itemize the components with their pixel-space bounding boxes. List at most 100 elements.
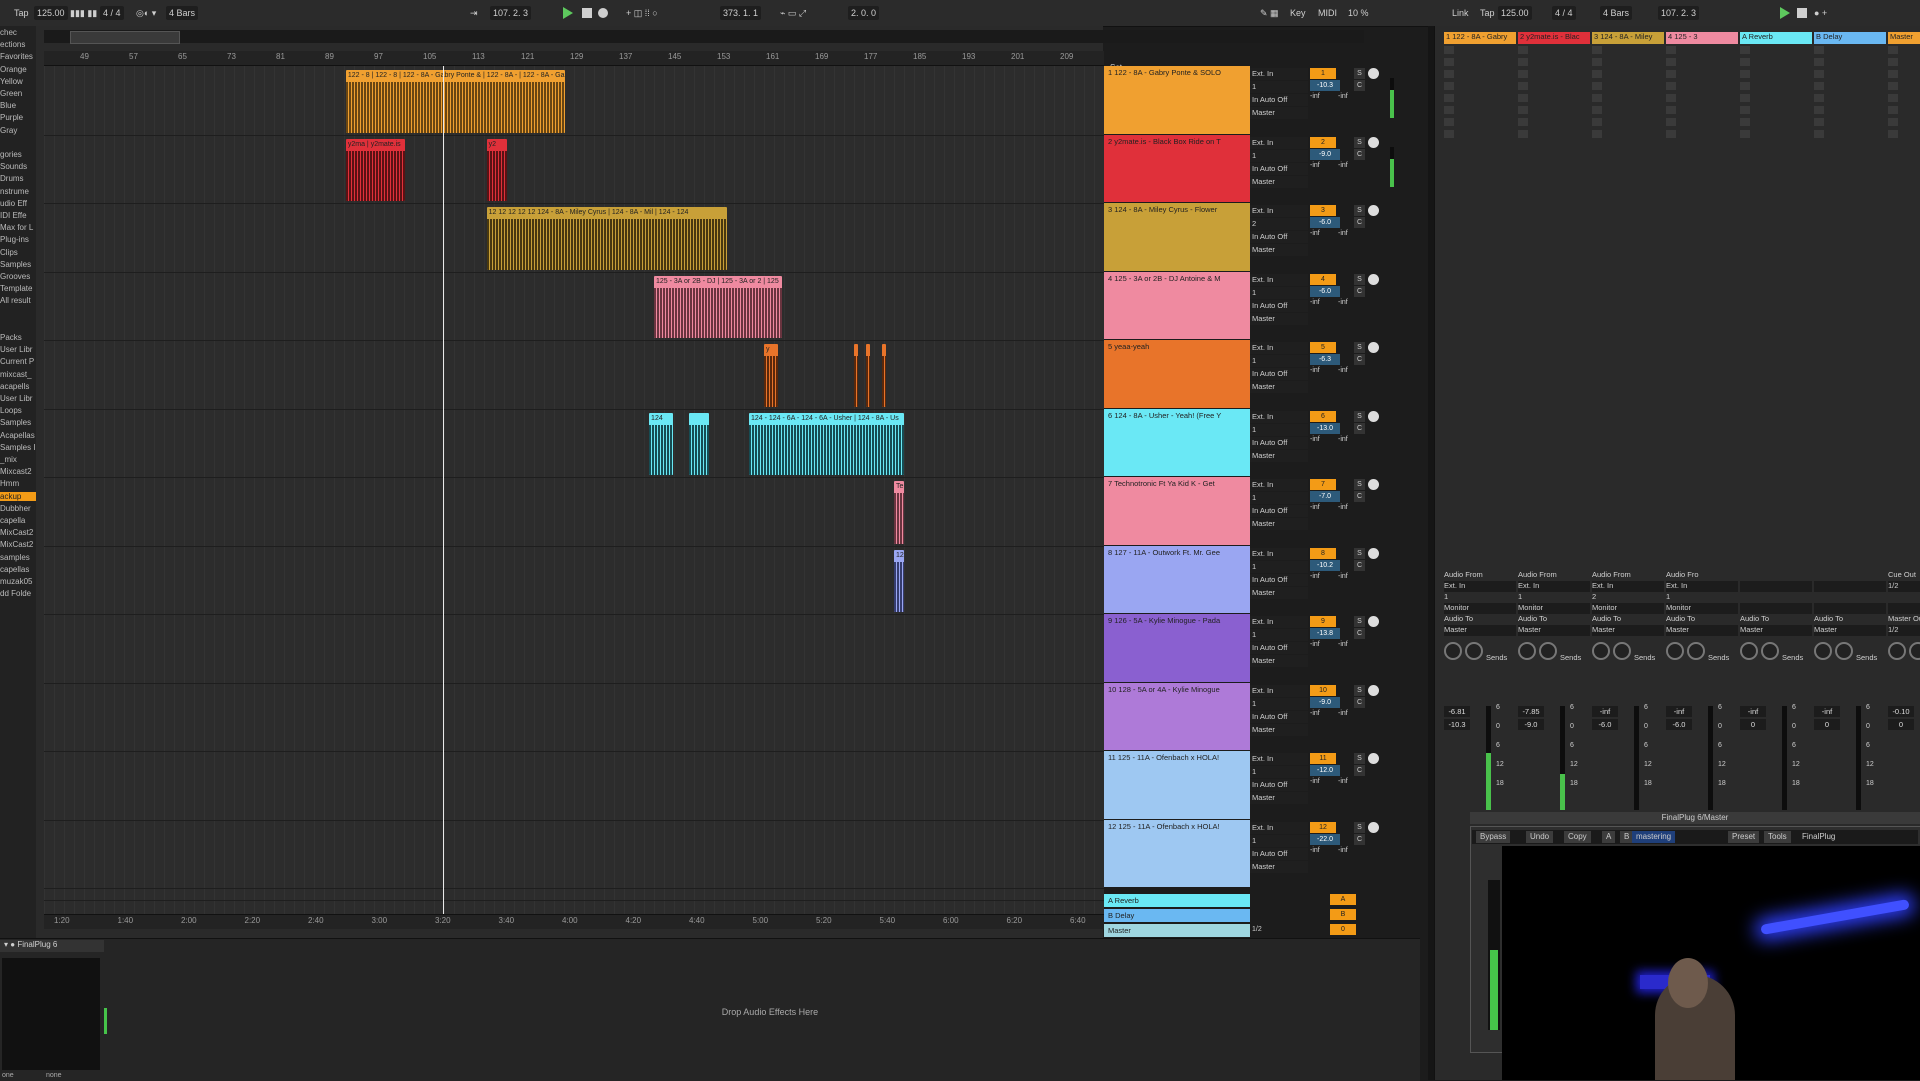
send-value[interactable]: -inf [1310, 299, 1320, 306]
browser-item[interactable]: Max for L [0, 223, 36, 232]
clip-slot[interactable] [1888, 118, 1898, 126]
arrangement-lane[interactable] [44, 340, 1104, 410]
device-power-icon[interactable]: ▾ ● [0, 940, 15, 949]
return-activator[interactable]: 0 [1330, 924, 1356, 935]
monitor-buttons[interactable]: In Auto Off [1250, 642, 1308, 654]
track-volume[interactable]: -13.0 [1310, 422, 1340, 434]
monitor-label[interactable] [1888, 603, 1920, 614]
send-value[interactable]: -inf [1310, 436, 1320, 443]
browser-item[interactable]: Acapellas [0, 431, 36, 440]
arrangement-lane[interactable] [44, 546, 1104, 615]
track-activator[interactable]: 5 [1310, 342, 1336, 353]
input-channel-select[interactable]: 1 [1250, 629, 1308, 641]
track-header[interactable]: 12 125 - 11A - Ofenbach x HOLA! [1104, 819, 1250, 888]
browser-item[interactable]: capella [0, 516, 36, 525]
monitor-buttons[interactable]: In Auto Off [1250, 573, 1308, 586]
loop-length[interactable]: 2. 0. 0 [848, 6, 880, 20]
clip-slot[interactable] [1666, 70, 1676, 78]
send-b-knob[interactable] [1539, 642, 1557, 660]
track-activator[interactable]: 6 [1310, 410, 1336, 422]
arrangement-lane[interactable] [44, 66, 1104, 136]
song-position[interactable]: 107. 2. 3 [490, 6, 532, 20]
track-header[interactable]: 6 124 - 8A - Usher - Yeah! (Free Y [1104, 408, 1250, 476]
arm-button[interactable] [1368, 410, 1379, 422]
clip-slot[interactable] [1444, 118, 1454, 126]
browser-item[interactable]: Green [0, 89, 36, 98]
monitor-label[interactable]: Monitor [1444, 603, 1516, 614]
clip-slot[interactable] [1592, 94, 1602, 102]
arrangement-lanes[interactable]: 122 - 8 | 122 - 8 | 122 - 8A - Gabry Pon… [44, 66, 1104, 914]
input-type-select[interactable]: Ext. In [1250, 616, 1308, 628]
input-channel-select[interactable]: 1 [1250, 766, 1308, 778]
session-track-title[interactable]: B Delay [1814, 32, 1886, 44]
return-activator[interactable]: B [1330, 909, 1356, 920]
track-header[interactable]: 2 y2mate.is - Black Box Ride on T [1104, 134, 1250, 202]
crossfade-c[interactable]: C [1354, 217, 1365, 228]
send-value[interactable]: -inf [1310, 641, 1320, 648]
output-select[interactable]: Master [1250, 312, 1308, 325]
audio-to-select[interactable]: Master [1518, 625, 1590, 636]
arm-button[interactable] [1368, 273, 1379, 285]
track-name[interactable]: 12 125 - 11A - Ofenbach x HOLA! [1104, 820, 1246, 888]
overview-window[interactable] [70, 31, 180, 44]
track-name[interactable]: 3 124 - 8A - Miley Cyrus - Flower [1104, 203, 1246, 271]
time-ruler[interactable]: 1:20 1:40 2:00 2:20 2:40 3:00 3:20 3:40 4:00 4:20… [44, 914, 1104, 929]
clip-slot[interactable] [1814, 58, 1824, 66]
clip-slot[interactable] [1888, 58, 1898, 66]
track-activator[interactable]: 10 [1310, 684, 1336, 696]
session-track-title[interactable]: 1 122 - 8A - Gabry [1444, 32, 1516, 44]
clip-slot[interactable] [1518, 106, 1528, 114]
clip-slot[interactable] [1518, 82, 1528, 90]
solo-button[interactable]: S [1354, 753, 1365, 764]
browser-item[interactable]: Hmm [0, 479, 36, 488]
input-channel-select[interactable]: 1 [1250, 560, 1308, 573]
track-header[interactable]: 8 127 - 11A - Outwork Ft. Mr. Gee [1104, 545, 1250, 613]
browser-item[interactable]: MixCast2 [0, 528, 36, 537]
browser-item[interactable]: Purple [0, 113, 36, 122]
output-select[interactable]: Master [1250, 723, 1308, 736]
arm-button[interactable] [1368, 68, 1379, 79]
loop-start[interactable]: 373. 1. 1 [720, 6, 762, 20]
monitor-label[interactable]: Monitor [1666, 603, 1738, 614]
track-name[interactable]: 4 125 - 3A or 2B - DJ Antoine & M [1104, 272, 1246, 340]
browser-item[interactable]: Drums [0, 174, 36, 183]
monitor-buttons[interactable]: In Auto Off [1250, 231, 1308, 243]
arrangement-lane[interactable] [44, 614, 1104, 684]
clip-slot[interactable] [1888, 46, 1898, 54]
send-b-knob[interactable] [1835, 642, 1853, 660]
clip-slot[interactable] [1518, 94, 1528, 102]
track-header[interactable]: 5 yeaa-yeah [1104, 340, 1250, 408]
input-channel-select[interactable]: 1 [1250, 81, 1308, 93]
input-channel-select[interactable]: 1 [1250, 697, 1308, 710]
send-b-knob[interactable] [1613, 642, 1631, 660]
browser-item[interactable]: MixCast2 [0, 540, 36, 549]
track-volume[interactable]: -12.0 [1310, 765, 1340, 776]
send-value[interactable]: -inf [1338, 162, 1348, 169]
solo-button[interactable]: S [1354, 68, 1365, 79]
clip-slot[interactable] [1740, 46, 1750, 54]
arm-button[interactable] [1368, 616, 1379, 627]
monitor-buttons[interactable]: In Auto Off [1250, 162, 1308, 175]
audio-clip[interactable]: y [763, 344, 778, 407]
preset-button[interactable]: Preset [1728, 831, 1760, 843]
track-activator[interactable]: 11 [1310, 753, 1336, 764]
solo-button[interactable]: S [1354, 684, 1365, 696]
browser-item[interactable]: Current P [0, 357, 36, 366]
session-track-title[interactable]: A Reverb [1740, 32, 1812, 44]
track-volume[interactable]: -7.0 [1310, 491, 1340, 502]
clip-slot[interactable] [1740, 58, 1750, 66]
session-record-icon[interactable]: ● + [1814, 6, 1827, 20]
return-track-header[interactable]: A Reverb [1104, 894, 1250, 907]
track-name[interactable]: 9 126 - 5A - Kylie Minogue - Pada [1104, 614, 1246, 682]
clip-slot[interactable] [1740, 70, 1750, 78]
clip-slot[interactable] [1518, 118, 1528, 126]
clip-slot[interactable] [1592, 82, 1602, 90]
browser-item[interactable]: acapells [0, 382, 36, 391]
clip-slot[interactable] [1814, 130, 1824, 138]
browser-item[interactable]: Favorites [0, 52, 36, 61]
input-type-select[interactable]: Ext. In [1250, 684, 1308, 697]
monitor-label[interactable]: Monitor [1518, 603, 1590, 614]
strip-volume[interactable]: -7.85 [1518, 706, 1544, 717]
clip-slot[interactable] [1444, 130, 1454, 138]
session-track-title[interactable]: 2 y2mate.is - Blac [1518, 32, 1590, 44]
